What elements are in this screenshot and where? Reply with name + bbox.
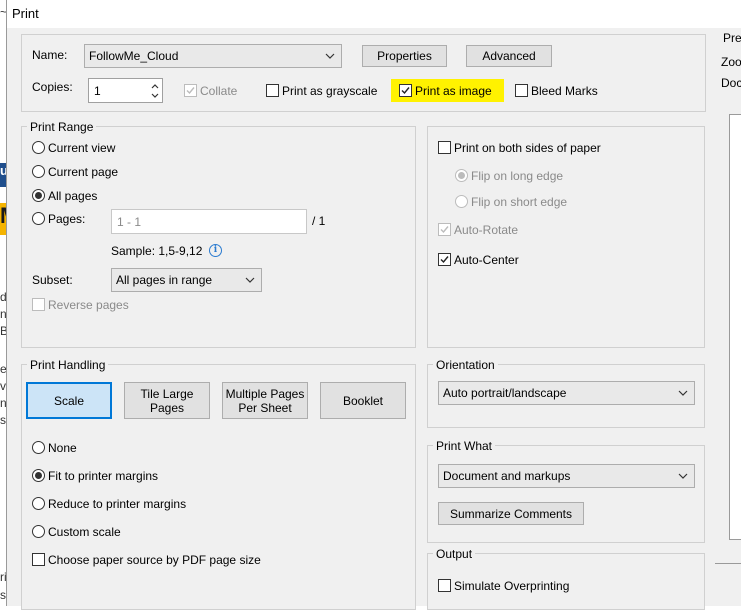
sample-text: Sample: 1,5-9,12 [111, 244, 203, 258]
print-what-group [427, 445, 705, 543]
auto-rotate-label: Auto-Rotate [454, 223, 519, 237]
checkmark-icon [401, 87, 410, 95]
reduce-margins-radio[interactable] [32, 497, 45, 510]
copies-value: 1 [94, 83, 101, 98]
print-what-legend: Print What [433, 439, 496, 453]
advanced-button[interactable]: Advanced [466, 45, 552, 67]
grayscale-checkbox[interactable] [266, 84, 279, 97]
pages-range-value: 1 - 1 [117, 214, 142, 229]
preview-divider [715, 563, 741, 564]
flip-short-label: Flip on short edge [471, 195, 568, 209]
print-dialog: Print Name: FollowMe_Cloud Properties Ad… [6, 0, 741, 610]
name-label: Name: [32, 48, 68, 62]
collate-label: Collate [200, 84, 238, 98]
flip-short-radio[interactable] [455, 195, 468, 208]
auto-rotate-checkbox[interactable] [438, 223, 451, 236]
collate-checkbox[interactable] [184, 84, 197, 97]
print-as-image-label: Print as image [415, 84, 492, 98]
summarize-comments-button[interactable]: Summarize Comments [438, 502, 584, 525]
orientation-select[interactable]: Auto portrait/landscape [438, 381, 695, 405]
grayscale-label: Print as grayscale [282, 84, 378, 98]
title-bar[interactable]: Print [7, 0, 741, 28]
zoom-label: Zoo [721, 55, 741, 69]
print-what-value: Document and markups [443, 469, 571, 483]
pages-radio[interactable] [32, 212, 45, 225]
current-view-radio[interactable] [32, 141, 45, 154]
scale-none-radio[interactable] [32, 441, 45, 454]
output-legend: Output [433, 547, 476, 561]
simulate-overprinting-label: Simulate Overprinting [454, 579, 570, 593]
checkmark-icon [440, 256, 449, 264]
orientation-legend: Orientation [433, 358, 498, 372]
simulate-overprinting-checkbox[interactable] [438, 579, 451, 592]
paper-source-checkbox[interactable] [32, 553, 45, 566]
chevron-down-icon [678, 390, 688, 396]
current-page-radio[interactable] [32, 165, 45, 178]
pages-label: Pages: [48, 212, 86, 226]
print-what-select[interactable]: Document and markups [438, 464, 695, 488]
reverse-pages-label: Reverse pages [48, 298, 129, 312]
tab-scale-label: Scale [53, 393, 85, 408]
all-pages-radio[interactable] [32, 189, 45, 202]
auto-center-label: Auto-Center [454, 253, 519, 267]
print-range-group [21, 126, 416, 348]
pages-total: / 1 [312, 214, 326, 228]
tab-multiple-pages[interactable]: Multiple Pages Per Sheet [222, 382, 308, 419]
copies-stepper[interactable]: 1 [88, 78, 163, 103]
bleed-marks-checkbox[interactable] [515, 84, 528, 97]
dialog-title: Print [12, 6, 39, 21]
print-handling-legend: Print Handling [27, 358, 109, 372]
subset-label: Subset: [32, 273, 73, 287]
flip-long-label: Flip on long edge [471, 169, 564, 183]
reduce-margins-label: Reduce to printer margins [48, 497, 187, 511]
chevron-down-icon [245, 277, 255, 283]
custom-scale-radio[interactable] [32, 525, 45, 538]
printer-name: FollowMe_Cloud [89, 49, 179, 63]
checkmark-icon [440, 226, 449, 234]
copies-label: Copies: [32, 80, 73, 94]
document-label: Doc [721, 76, 741, 90]
preview-label: Prev [723, 31, 741, 45]
reverse-pages-checkbox[interactable] [32, 298, 45, 311]
radio-dot [35, 472, 42, 479]
radio-dot [35, 192, 42, 199]
duplex-group [427, 126, 705, 348]
printer-select[interactable]: FollowMe_Cloud [84, 44, 342, 68]
flip-long-radio[interactable] [455, 169, 468, 182]
bleed-marks-label: Bleed Marks [531, 84, 598, 98]
custom-scale-label: Custom scale [48, 525, 121, 539]
subset-select[interactable]: All pages in range [111, 268, 262, 292]
tab-tile-label-line1: Tile Large [140, 386, 194, 401]
print-range-legend: Print Range [27, 120, 97, 134]
spin-arrows-icon[interactable] [151, 82, 159, 100]
pages-range-input[interactable]: 1 - 1 [111, 209, 307, 234]
all-pages-label: All pages [48, 189, 98, 203]
tab-tile-label-line2: Pages [149, 400, 185, 415]
tab-booklet[interactable]: Booklet [320, 382, 406, 419]
both-sides-label: Print on both sides of paper [454, 141, 601, 155]
tab-multi-label-line1: Multiple Pages [225, 386, 305, 401]
print-as-image-checkbox[interactable] [399, 84, 412, 97]
fit-margins-radio[interactable] [32, 469, 45, 482]
fit-margins-label: Fit to printer margins [48, 469, 159, 483]
current-view-label: Current view [48, 141, 116, 155]
tab-multi-label-line2: Per Sheet [238, 400, 292, 415]
scale-none-label: None [48, 441, 77, 455]
current-page-label: Current page [48, 165, 119, 179]
radio-dot [458, 172, 465, 179]
chevron-down-icon [678, 473, 688, 479]
chevron-down-icon [325, 53, 335, 59]
auto-center-checkbox[interactable] [438, 253, 451, 266]
subset-value: All pages in range [116, 273, 213, 287]
checkmark-icon [186, 87, 195, 95]
paper-source-label: Choose paper source by PDF page size [48, 553, 261, 567]
properties-button[interactable]: Properties [362, 45, 447, 67]
tab-scale[interactable]: Scale [26, 382, 112, 419]
info-icon[interactable]: i [209, 244, 222, 257]
tab-tile-large-pages[interactable]: Tile Large Pages [124, 382, 210, 419]
preview-page [729, 114, 741, 540]
orientation-value: Auto portrait/landscape [443, 386, 567, 400]
tab-booklet-label: Booklet [342, 393, 384, 408]
both-sides-checkbox[interactable] [438, 141, 451, 154]
